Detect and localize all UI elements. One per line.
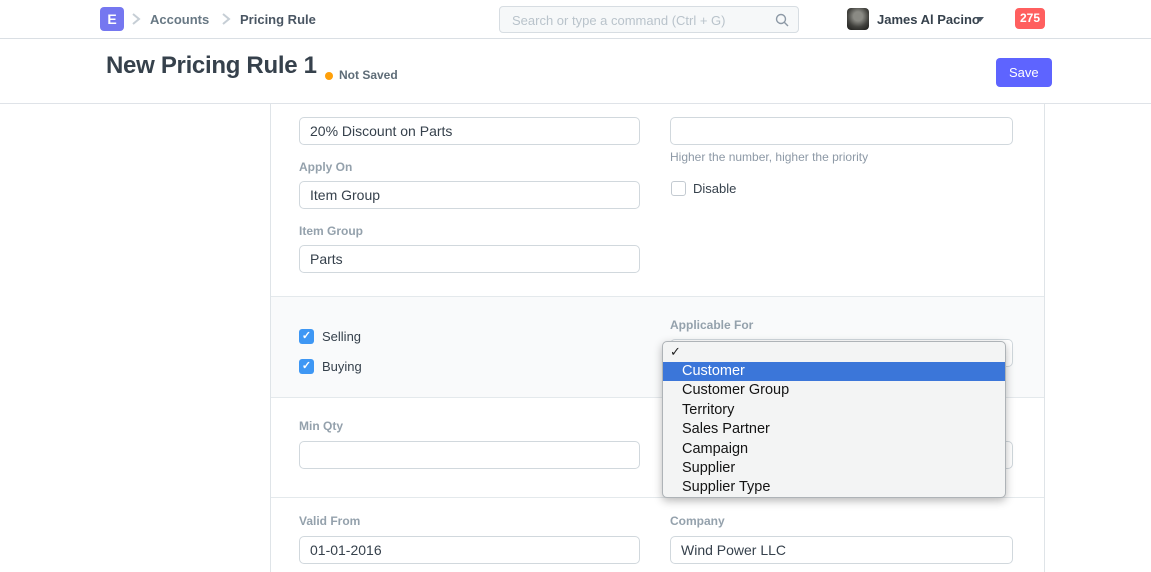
caret-down-icon [976,17,984,22]
notification-count-badge[interactable]: 275 [1015,8,1045,29]
dropdown-option-campaign[interactable]: Campaign [663,440,1005,459]
search-icon[interactable] [774,12,790,28]
dropdown-option-supplier[interactable]: Supplier [663,459,1005,478]
valid-from-field[interactable] [299,536,640,564]
min-qty-label: Min Qty [299,419,343,433]
selling-label[interactable]: Selling [322,329,361,344]
apply-on-label: Apply On [299,160,352,174]
app-logo[interactable]: E [100,7,124,31]
valid-from-label: Valid From [299,514,360,528]
rule-title-field[interactable] [299,117,640,145]
selling-checkbox[interactable]: ✓ [299,329,314,344]
page-title: New Pricing Rule 1 [106,52,317,80]
dropdown-selected-empty-option[interactable]: ✓ [663,342,1005,362]
unsaved-status-dot [325,72,333,80]
apply-on-field[interactable] [299,181,640,209]
page-head: New Pricing Rule 1 Not Saved Save [0,39,1151,104]
user-menu[interactable]: James Al Pacino [877,12,980,27]
global-search [499,6,799,33]
company-field[interactable] [670,536,1013,564]
priority-help-text: Higher the number, higher the priority [670,150,868,164]
buying-label[interactable]: Buying [322,359,362,374]
dropdown-option-supplier-type[interactable]: Supplier Type [663,478,1005,497]
applicable-for-label: Applicable For [670,318,753,332]
company-label: Company [670,514,725,528]
form-right-border [1044,104,1045,572]
navbar: E Accounts Pricing Rule James Al Pacino … [0,0,1151,39]
breadcrumb-accounts[interactable]: Accounts [150,12,209,27]
dropdown-option-sales-partner[interactable]: Sales Partner [663,420,1005,439]
pricing-rule-page: E Accounts Pricing Rule James Al Pacino … [0,0,1151,572]
avatar[interactable] [847,8,869,30]
buying-checkbox[interactable]: ✓ [299,359,314,374]
priority-field[interactable] [670,117,1013,145]
search-input[interactable] [510,7,769,34]
save-button[interactable]: Save [996,58,1052,87]
applicable-for-dropdown: ✓ Customer Customer Group Territory Sale… [662,341,1006,498]
item-group-label: Item Group [299,224,363,238]
min-qty-field[interactable] [299,441,640,469]
unsaved-status-label: Not Saved [339,68,398,82]
section-divider [271,296,1044,297]
dropdown-option-customer-group[interactable]: Customer Group [663,381,1005,400]
dropdown-option-territory[interactable]: Territory [663,401,1005,420]
disable-label[interactable]: Disable [693,181,736,196]
breadcrumb-pricing-rule[interactable]: Pricing Rule [240,12,316,27]
item-group-field[interactable] [299,245,640,273]
chevron-right-icon [131,12,141,26]
disable-checkbox[interactable] [671,181,686,196]
dropdown-option-customer[interactable]: Customer [663,362,1005,381]
chevron-right-icon [221,12,231,26]
